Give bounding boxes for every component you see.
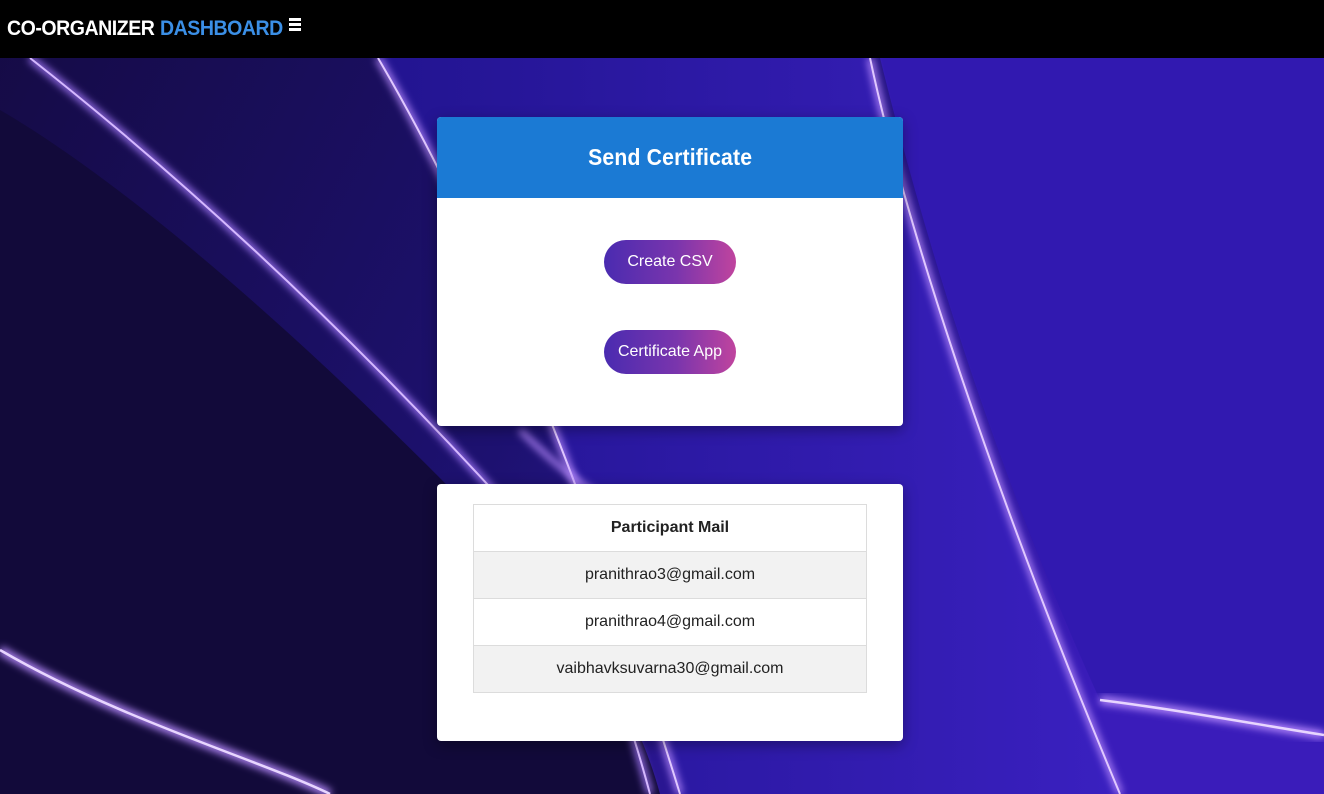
send-certificate-card: Send Certificate Create CSV Certificate …: [437, 117, 903, 426]
table-row: vaibhavksuvarna30@gmail.com: [473, 645, 867, 693]
create-csv-button[interactable]: Create CSV: [604, 240, 736, 284]
participant-email-cell: vaibhavksuvarna30@gmail.com: [473, 645, 867, 693]
hamburger-line: [289, 18, 301, 21]
table-row: pranithrao4@gmail.com: [473, 598, 867, 646]
table-row: pranithrao3@gmail.com: [473, 551, 867, 599]
participant-mail-table: Participant Mail pranithrao3@gmail.com p…: [473, 504, 867, 693]
hamburger-line: [289, 28, 301, 31]
participants-card: Participant Mail pranithrao3@gmail.com p…: [437, 484, 903, 741]
column-header-participant-mail: Participant Mail: [473, 504, 867, 552]
dashboard-brand: CO-ORGANIZER DASHBOARD: [7, 0, 283, 58]
participant-email-cell: pranithrao4@gmail.com: [473, 598, 867, 646]
card-header: Send Certificate: [437, 117, 903, 198]
brand-title-accent: DASHBOARD: [159, 17, 283, 40]
table-header-row: Participant Mail: [473, 504, 867, 552]
card-title: Send Certificate: [587, 144, 753, 170]
top-navbar: CO-ORGANIZER DASHBOARD: [0, 0, 1324, 58]
brand-title: CO-ORGANIZER: [7, 17, 155, 40]
hamburger-line: [289, 23, 301, 26]
participant-email-cell: pranithrao3@gmail.com: [473, 551, 867, 599]
hamburger-menu-icon[interactable]: [289, 18, 301, 32]
certificate-app-button[interactable]: Certificate App: [604, 330, 736, 374]
